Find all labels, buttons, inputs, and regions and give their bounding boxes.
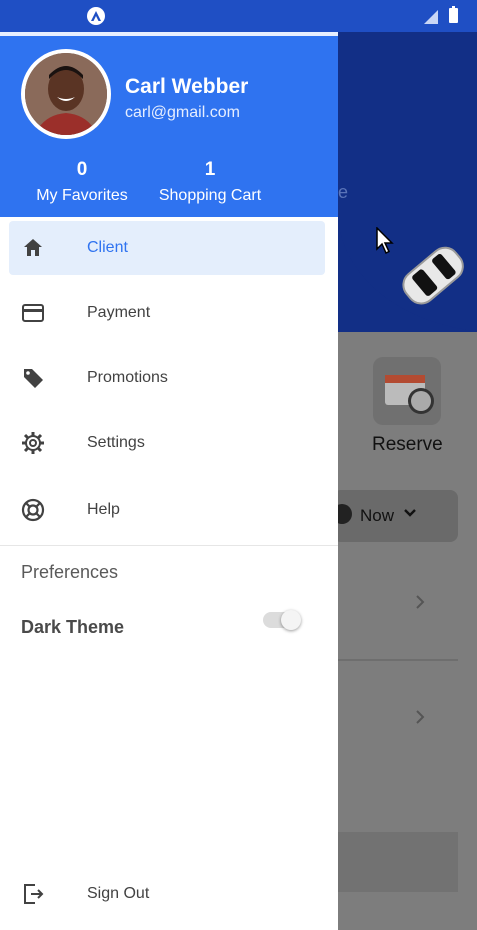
chevron-right-icon [416,595,425,609]
menu-item-label: Settings [87,434,145,451]
toggle-knob [281,610,301,630]
lifebuoy-icon [21,498,45,522]
menu-item-help[interactable]: Help [9,483,325,537]
background-faint-text: e [338,182,349,202]
menu-item-payment[interactable]: Payment [9,286,325,340]
sign-out-label: Sign Out [87,885,150,902]
sign-out-button[interactable]: Sign Out [9,867,325,921]
avatar-photo [25,53,107,135]
tag-icon [23,369,43,388]
menu-item-label: Payment [87,304,151,321]
chevron-right-icon [416,710,425,724]
now-label: Now [360,506,395,525]
section-divider [0,545,338,546]
shopping-cart-stat[interactable]: 1 Shopping Cart [152,159,268,205]
menu-item-label: Client [87,239,128,256]
chevron-down-icon [404,509,416,517]
menu-item-client[interactable]: Client [9,221,325,275]
avatar[interactable] [21,49,111,139]
favorites-stat[interactable]: 0 My Favorites [28,159,136,205]
car-icon [402,246,464,305]
navigation-drawer: Carl Webber carl@gmail.com 0 My Favorite… [0,32,338,930]
background-divider [338,659,458,661]
favorites-count: 0 [76,159,88,180]
menu-item-label: Help [87,501,120,518]
reserve-label: Reserve [372,434,443,455]
menu-item-promotions[interactable]: Promotions [9,351,325,405]
dark-theme-label: Dark Theme [21,617,125,637]
dark-theme-toggle[interactable] [263,610,301,630]
now-selector [338,490,458,542]
home-icon [24,239,42,256]
credit-card-icon [22,304,44,322]
favorites-label: My Favorites [36,187,128,204]
background-app-scrim[interactable]: e Reserve Now [338,32,477,930]
app-notification-icon [87,7,105,25]
user-name: Carl Webber [125,75,249,98]
sign-out-icon [24,884,44,904]
menu-item-label: Promotions [87,369,168,386]
gear-icon [22,432,44,454]
menu-item-settings[interactable]: Settings [9,416,325,470]
signal-icon [424,10,438,24]
cursor-icon [376,227,394,255]
battery-icon [449,6,458,23]
preferences-heading: Preferences [21,562,119,582]
shopping-cart-count: 1 [204,159,216,180]
user-email: carl@gmail.com [125,104,240,121]
shopping-cart-label: Shopping Cart [158,187,262,204]
drawer-header: Carl Webber carl@gmail.com 0 My Favorite… [0,32,338,217]
reserve-tile-icon [373,357,441,425]
status-bar [0,0,477,32]
background-card [338,832,458,892]
